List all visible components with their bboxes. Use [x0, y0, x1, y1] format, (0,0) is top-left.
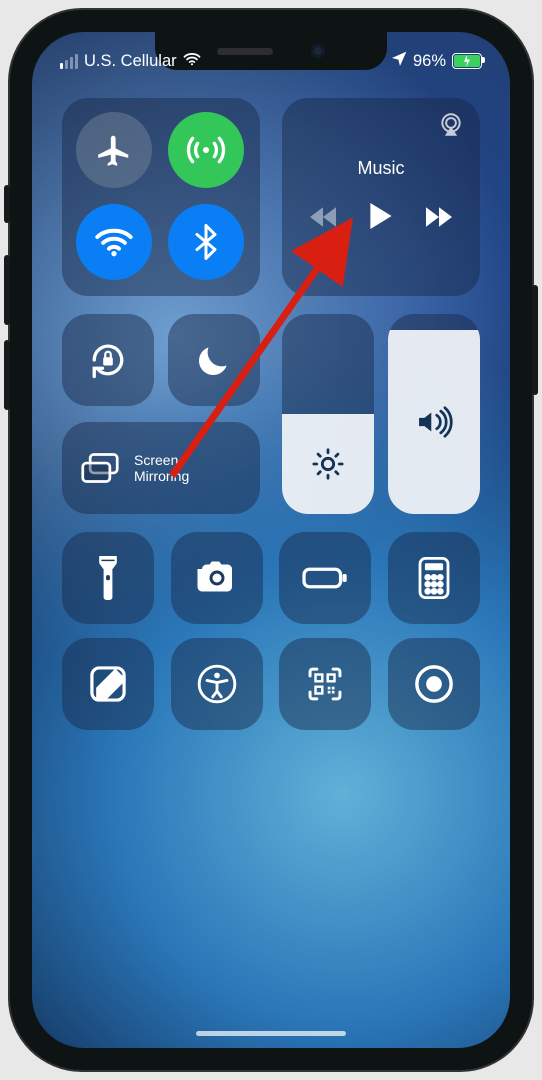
moon-icon: [195, 341, 233, 379]
carrier-label: U.S. Cellular: [84, 52, 177, 71]
screen-mirroring-label-line2: Mirroring: [134, 468, 189, 484]
play-button[interactable]: [370, 203, 392, 236]
flashlight-icon: [96, 556, 120, 600]
music-title-label: Music: [357, 158, 404, 179]
camera-button[interactable]: [171, 532, 263, 624]
next-track-button[interactable]: [426, 206, 452, 234]
battery-percent-label: 96%: [413, 52, 446, 71]
qr-code-icon: [306, 665, 344, 703]
volume-icon: [415, 406, 453, 438]
wifi-toggle[interactable]: [76, 204, 152, 280]
bluetooth-icon: [195, 224, 217, 260]
camera-icon: [196, 561, 238, 595]
brightness-slider[interactable]: [282, 314, 374, 514]
airplane-mode-toggle[interactable]: [76, 112, 152, 188]
rotation-lock-toggle[interactable]: [62, 314, 154, 406]
iphone-device-frame: U.S. Cellular 96%: [10, 10, 532, 1070]
do-not-disturb-toggle[interactable]: [168, 314, 260, 406]
airplay-icon[interactable]: [438, 112, 464, 141]
rotation-lock-icon: [86, 338, 130, 382]
calculator-icon: [418, 557, 450, 599]
low-power-mode-button[interactable]: [279, 532, 371, 624]
volume-up-button: [4, 255, 10, 325]
screen: U.S. Cellular 96%: [32, 32, 510, 1048]
accessibility-icon: [197, 664, 237, 704]
record-icon: [414, 664, 454, 704]
qr-scanner-button[interactable]: [279, 638, 371, 730]
volume-slider[interactable]: [388, 314, 480, 514]
volume-down-button: [4, 340, 10, 410]
airplane-icon: [95, 131, 133, 169]
status-bar: U.S. Cellular 96%: [32, 46, 510, 76]
screen-record-button[interactable]: [388, 638, 480, 730]
brightness-icon: [311, 447, 345, 481]
battery-fill: [454, 55, 480, 67]
screen-mirroring-icon: [80, 452, 120, 484]
wifi-icon: [94, 227, 134, 257]
cellular-signal-icon: [60, 54, 78, 69]
calculator-button[interactable]: [388, 532, 480, 624]
screen-mirroring-label-line1: Screen: [134, 452, 178, 468]
mute-switch: [4, 185, 10, 223]
compose-icon: [89, 665, 127, 703]
cellular-data-toggle[interactable]: [168, 112, 244, 188]
accessibility-shortcut-button[interactable]: [171, 638, 263, 730]
screen-mirroring-button[interactable]: Screen Mirroring: [62, 422, 260, 514]
side-button: [532, 285, 538, 395]
home-indicator[interactable]: [196, 1031, 346, 1036]
brightness-fill: [282, 414, 374, 514]
wifi-icon: [183, 52, 201, 71]
flashlight-button[interactable]: [62, 532, 154, 624]
battery-outline-icon: [302, 566, 348, 590]
music-module[interactable]: Music: [282, 98, 480, 296]
music-transport-controls: [310, 203, 452, 236]
screen-mirroring-label: Screen Mirroring: [134, 452, 214, 484]
volume-fill: [388, 330, 480, 514]
battery-icon: [452, 53, 482, 69]
previous-track-button[interactable]: [310, 206, 336, 234]
antenna-icon: [186, 130, 226, 170]
location-icon: [392, 51, 407, 71]
notes-button[interactable]: [62, 638, 154, 730]
connectivity-module[interactable]: [62, 98, 260, 296]
bluetooth-toggle[interactable]: [168, 204, 244, 280]
